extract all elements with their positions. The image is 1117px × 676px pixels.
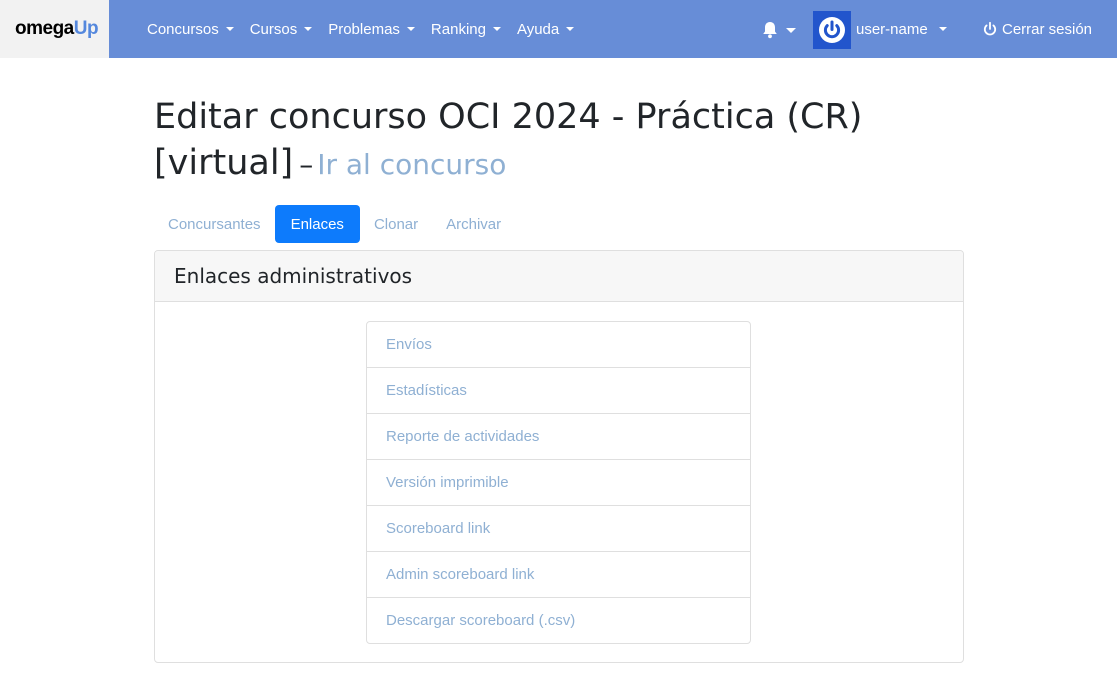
- chevron-down-icon: [225, 27, 234, 31]
- link-estadisticas[interactable]: Estadísticas: [367, 368, 750, 414]
- bell-icon: [763, 22, 777, 39]
- power-icon: [983, 21, 997, 36]
- menu-label: Ayuda: [516, 20, 560, 38]
- contest-link[interactable]: Ir al concurso: [317, 148, 506, 181]
- link-admin-scoreboard[interactable]: Admin scoreboard link: [367, 552, 750, 598]
- page-title: Editar concurso OCI 2024 - Práctica (CR)…: [154, 94, 974, 188]
- card-title: Enlaces administrativos: [155, 251, 963, 302]
- brand-text[interactable]: omegaUp: [15, 18, 99, 40]
- logout-link[interactable]: Cerrar sesión: [982, 0, 1092, 58]
- menu-ranking[interactable]: Ranking: [431, 21, 501, 38]
- tab-archivar[interactable]: Archivar: [432, 205, 515, 243]
- menu-label: Cursos: [249, 20, 298, 38]
- user-name-label: user-name: [856, 20, 928, 38]
- chevron-down-icon: [938, 27, 947, 31]
- brand-logo[interactable]: omegaUp: [0, 0, 109, 58]
- admin-links-card: Enlaces administrativos Envíos Estadísti…: [154, 250, 964, 663]
- admin-links-list: Envíos Estadísticas Reporte de actividad…: [366, 321, 751, 644]
- page-title-text: Editar concurso OCI 2024 - Práctica (CR)…: [154, 97, 863, 183]
- menu-label: Ranking: [430, 20, 486, 38]
- menu-label: Problemas: [328, 20, 400, 38]
- menu-concursos[interactable]: Concursos: [147, 21, 234, 38]
- link-descargar-scoreboard[interactable]: Descargar scoreboard (.csv): [367, 598, 750, 643]
- tab-enlaces[interactable]: Enlaces: [274, 205, 360, 243]
- chevron-down-icon: [492, 27, 501, 31]
- brand-text-up: Up: [73, 18, 99, 39]
- tab-bar: Concursantes Enlaces Clonar Archivar: [154, 205, 515, 243]
- link-scoreboard[interactable]: Scoreboard link: [367, 506, 750, 552]
- menu-ayuda[interactable]: Ayuda: [516, 20, 575, 38]
- brand-text-omega: omega: [15, 18, 74, 39]
- chevron-down-icon: [786, 27, 796, 33]
- link-version-imprimible[interactable]: Versión imprimible: [367, 460, 750, 506]
- chevron-down-icon: [566, 27, 575, 31]
- link-envios[interactable]: Envíos: [367, 322, 750, 368]
- chevron-down-icon: [406, 27, 415, 31]
- top-navbar: omegaUp Concursos Cursos Problemas Ranki…: [0, 0, 1117, 58]
- logout-label: Cerrar sesión: [1002, 20, 1093, 38]
- user-menu[interactable]: user-name: [856, 0, 947, 58]
- tab-concursantes[interactable]: Concursantes: [154, 205, 275, 243]
- link-reporte-actividades[interactable]: Reporte de actividades: [367, 414, 750, 460]
- menu-label: Concursos: [147, 20, 219, 38]
- chevron-down-icon: [304, 27, 313, 31]
- power-icon: [819, 17, 845, 43]
- avatar[interactable]: [813, 11, 851, 49]
- tab-clonar[interactable]: Clonar: [360, 205, 432, 243]
- menu-cursos[interactable]: Cursos: [250, 21, 313, 38]
- title-separator: –: [299, 148, 314, 181]
- main-menu: Concursos Cursos Problemas Ranking Ayuda: [147, 0, 590, 58]
- menu-problemas[interactable]: Problemas: [328, 21, 415, 38]
- notifications-button[interactable]: [760, 18, 800, 42]
